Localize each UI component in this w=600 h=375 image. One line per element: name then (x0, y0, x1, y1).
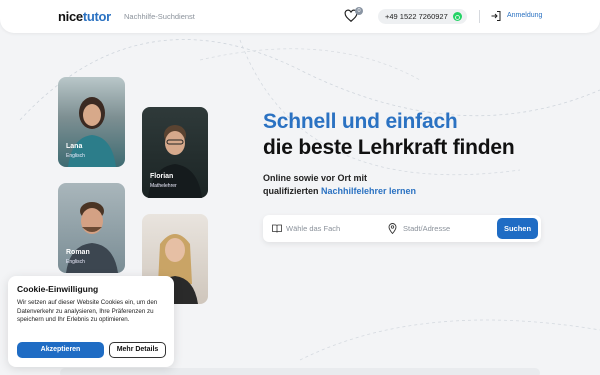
logo-text-tutor: tutor (82, 9, 111, 24)
hero-subtitle-line2: qualifizierten Nachhilfelehrer lernen (263, 185, 416, 198)
hero-subtitle-link[interactable]: Nachhilfelehrer lernen (321, 186, 416, 196)
top-navigation: nicetutor Nachhilfe-Suchdienst 0 +49 152… (0, 0, 600, 33)
subject-input[interactable]: Wähle das Fach (286, 224, 340, 233)
whatsapp-icon[interactable] (453, 12, 462, 21)
cookie-text: Wir setzen auf dieser Website Cookies ei… (17, 299, 158, 323)
tagline: Nachhilfe-Suchdienst (124, 12, 195, 21)
search-bar: Wähle das Fach Stadt/Adresse Suchen (263, 215, 541, 242)
cookie-consent-dialog: Cookie-Einwilligung Wir setzen auf diese… (8, 276, 174, 367)
city-input[interactable]: Stadt/Adresse (403, 224, 450, 233)
login-icon[interactable] (490, 10, 502, 22)
next-section-edge (60, 368, 540, 375)
tutor-name: Lana (66, 143, 83, 150)
header-divider (479, 10, 480, 23)
tutor-name: Florian (150, 173, 174, 180)
tutor-name: Roman (66, 249, 90, 256)
hero-subtitle-prefix: qualifizierten (263, 186, 322, 196)
hero-title-line2: die beste Lehrkraft finden (263, 136, 515, 159)
logo-text-nice: nice (58, 9, 83, 24)
tutor-subject: Englisch (66, 153, 85, 159)
hero-subtitle: Online sowie vor Ort mit qualifizierten … (263, 172, 416, 198)
hero-title-line1: Schnell und einfach (263, 110, 458, 133)
location-pin-icon (388, 223, 397, 234)
login-link[interactable]: Anmeldung (507, 12, 542, 19)
logo[interactable]: nicetutor (58, 9, 111, 24)
more-details-button[interactable]: Mehr Details (109, 342, 166, 358)
hero-subtitle-line1: Online sowie vor Ort mit (263, 173, 368, 183)
tutor-card-florian[interactable]: Florian Mathelehrer (142, 107, 208, 198)
accept-cookies-button[interactable]: Akzeptieren (17, 342, 104, 358)
tutor-subject: Mathelehrer (150, 183, 177, 189)
search-button[interactable]: Suchen (497, 218, 538, 239)
tutor-card-roman[interactable]: Roman Englisch (58, 183, 125, 273)
tutor-subject: Englisch (66, 259, 85, 265)
favorites-count-badge: 0 (355, 7, 363, 15)
cookie-title: Cookie-Einwilligung (17, 284, 99, 294)
tutor-card-lana[interactable]: Lana Englisch (58, 77, 125, 167)
book-icon (272, 224, 282, 233)
phone-number: +49 1522 7260927 (385, 12, 448, 21)
phone-pill[interactable]: +49 1522 7260927 (378, 9, 467, 24)
